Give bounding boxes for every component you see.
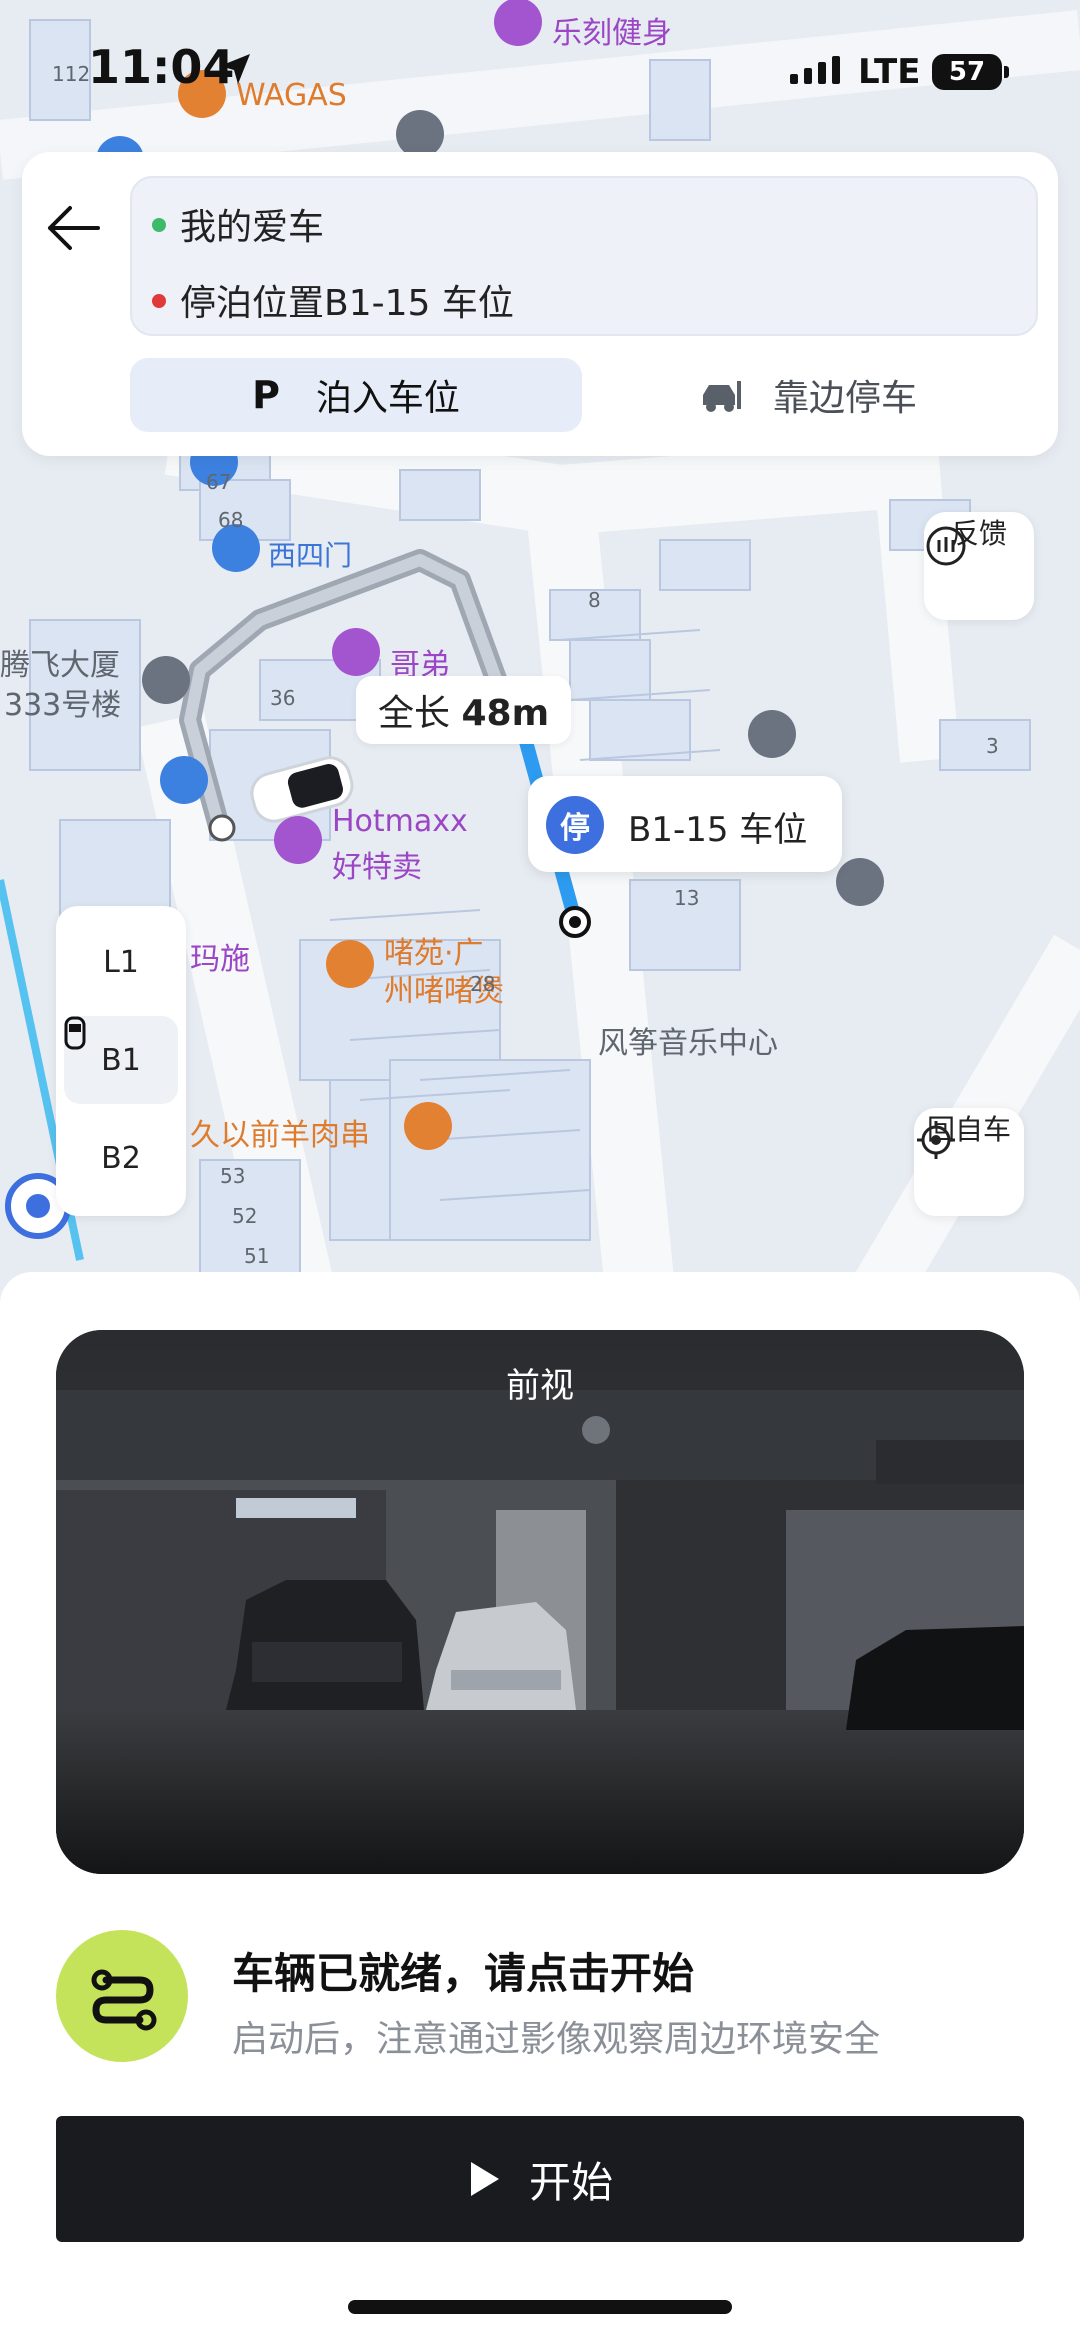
play-icon xyxy=(470,2162,499,2196)
start-button[interactable]: 开始 xyxy=(56,2116,1024,2242)
map-number: 67 xyxy=(206,470,232,494)
status-subtitle: 启动后，注意通过影像观察周边环境安全 xyxy=(232,2019,881,2060)
distance-prefix: 全长 xyxy=(378,693,451,734)
destination-row: 停泊位置B1-15 车位 xyxy=(152,274,514,326)
tab-park-in-spot-label: 泊入车位 xyxy=(315,378,460,419)
location-arrow-icon xyxy=(220,54,250,84)
poi-label[interactable]: WAGAS xyxy=(236,78,347,113)
poi-label[interactable]: 西四门 xyxy=(268,534,352,574)
route-endpoints[interactable]: 我的爱车 停泊位置B1-15 车位 xyxy=(130,176,1038,336)
camera-feed-image xyxy=(56,1330,1024,1874)
map-number: 8 xyxy=(588,588,601,612)
route-distance-label: 全长 48m xyxy=(356,676,572,744)
floor-option-b2[interactable]: B2 xyxy=(64,1114,178,1202)
camera-title: 前视 xyxy=(506,1366,574,1406)
locate-icon xyxy=(917,1121,955,1159)
back-arrow-icon xyxy=(48,206,100,250)
poi-label[interactable]: 腾飞大厦 xyxy=(0,640,120,684)
route-icon xyxy=(91,1969,157,2031)
start-button-label: 开始 xyxy=(528,2157,613,2207)
destination-label: 停泊位置B1-15 车位 xyxy=(180,283,514,324)
poi-label[interactable]: 乐刻健身 xyxy=(552,8,672,52)
camera-view[interactable]: 前视 xyxy=(56,1330,1024,1874)
feedback-icon xyxy=(926,526,966,566)
poi-label[interactable]: 风筝音乐中心 xyxy=(598,1018,778,1062)
target-spot-text: B1-15 车位 xyxy=(628,810,808,850)
distance-value: 48m xyxy=(461,693,550,734)
map-number: 52 xyxy=(232,1204,258,1228)
floor-option-l1[interactable]: L1 xyxy=(64,918,178,1006)
status-time: 11:04 xyxy=(88,40,235,94)
parking-badge-icon: 停 xyxy=(546,796,604,854)
parking-p-icon: P xyxy=(252,373,280,417)
status-title: 车辆已就绪，请点击开始 xyxy=(232,1949,695,1998)
tab-roadside-park[interactable]: 靠边停车 xyxy=(582,358,1034,432)
tab-park-in-spot[interactable]: P 泊入车位 xyxy=(130,358,582,432)
target-spot-label[interactable]: 停 B1-15 车位 xyxy=(528,776,842,872)
map-number: 36 xyxy=(270,686,296,710)
bottom-sheet: 前视 车辆已就绪，请点击开始 启动后，注意通过影像观察周边环境安全 开始 xyxy=(0,1272,1080,2338)
poi-label[interactable]: 好特卖 xyxy=(332,842,422,886)
parking-mode-tabs: P 泊入车位 靠边停车 xyxy=(130,358,1034,432)
floor-b1-label: B1 xyxy=(101,1042,141,1078)
origin-row: 我的爱车 xyxy=(152,198,325,250)
feedback-button[interactable]: 反馈 xyxy=(924,512,1034,620)
car-side-icon xyxy=(702,381,741,412)
map-number: 13 xyxy=(674,886,700,910)
battery-tip xyxy=(1004,66,1009,78)
route-status-icon xyxy=(56,1930,188,2062)
map-number: 68 xyxy=(218,508,244,532)
destination-dot xyxy=(152,294,166,308)
map-number: 28 xyxy=(470,972,496,996)
origin-label: 我的爱车 xyxy=(180,207,325,248)
map-number: 3 xyxy=(986,734,999,758)
network-type: LTE xyxy=(858,52,921,92)
signal-icon xyxy=(790,56,840,84)
car-top-icon xyxy=(64,1016,86,1050)
map-number: 51 xyxy=(244,1244,270,1268)
map-number: 53 xyxy=(220,1164,246,1188)
floor-selector: L1 B1 B2 xyxy=(56,906,186,1216)
poi-label[interactable]: Hotmaxx xyxy=(332,804,468,839)
poi-label[interactable]: 玛施 xyxy=(190,934,250,978)
origin-dot xyxy=(152,218,166,232)
poi-label[interactable]: 333号楼 xyxy=(4,680,121,724)
floor-option-b1[interactable]: B1 xyxy=(64,1016,178,1104)
home-indicator[interactable] xyxy=(348,2300,732,2314)
battery-icon: 57 xyxy=(932,54,1002,90)
return-to-car-button[interactable]: 回自车 xyxy=(914,1108,1024,1216)
route-card: 我的爱车 停泊位置B1-15 车位 P 泊入车位 靠边停车 xyxy=(22,152,1058,456)
poi-label[interactable]: 久以前羊肉串 xyxy=(190,1110,370,1154)
back-button[interactable] xyxy=(36,190,112,266)
map-number: 112 xyxy=(52,62,91,86)
tab-roadside-park-label: 靠边停车 xyxy=(772,378,917,419)
